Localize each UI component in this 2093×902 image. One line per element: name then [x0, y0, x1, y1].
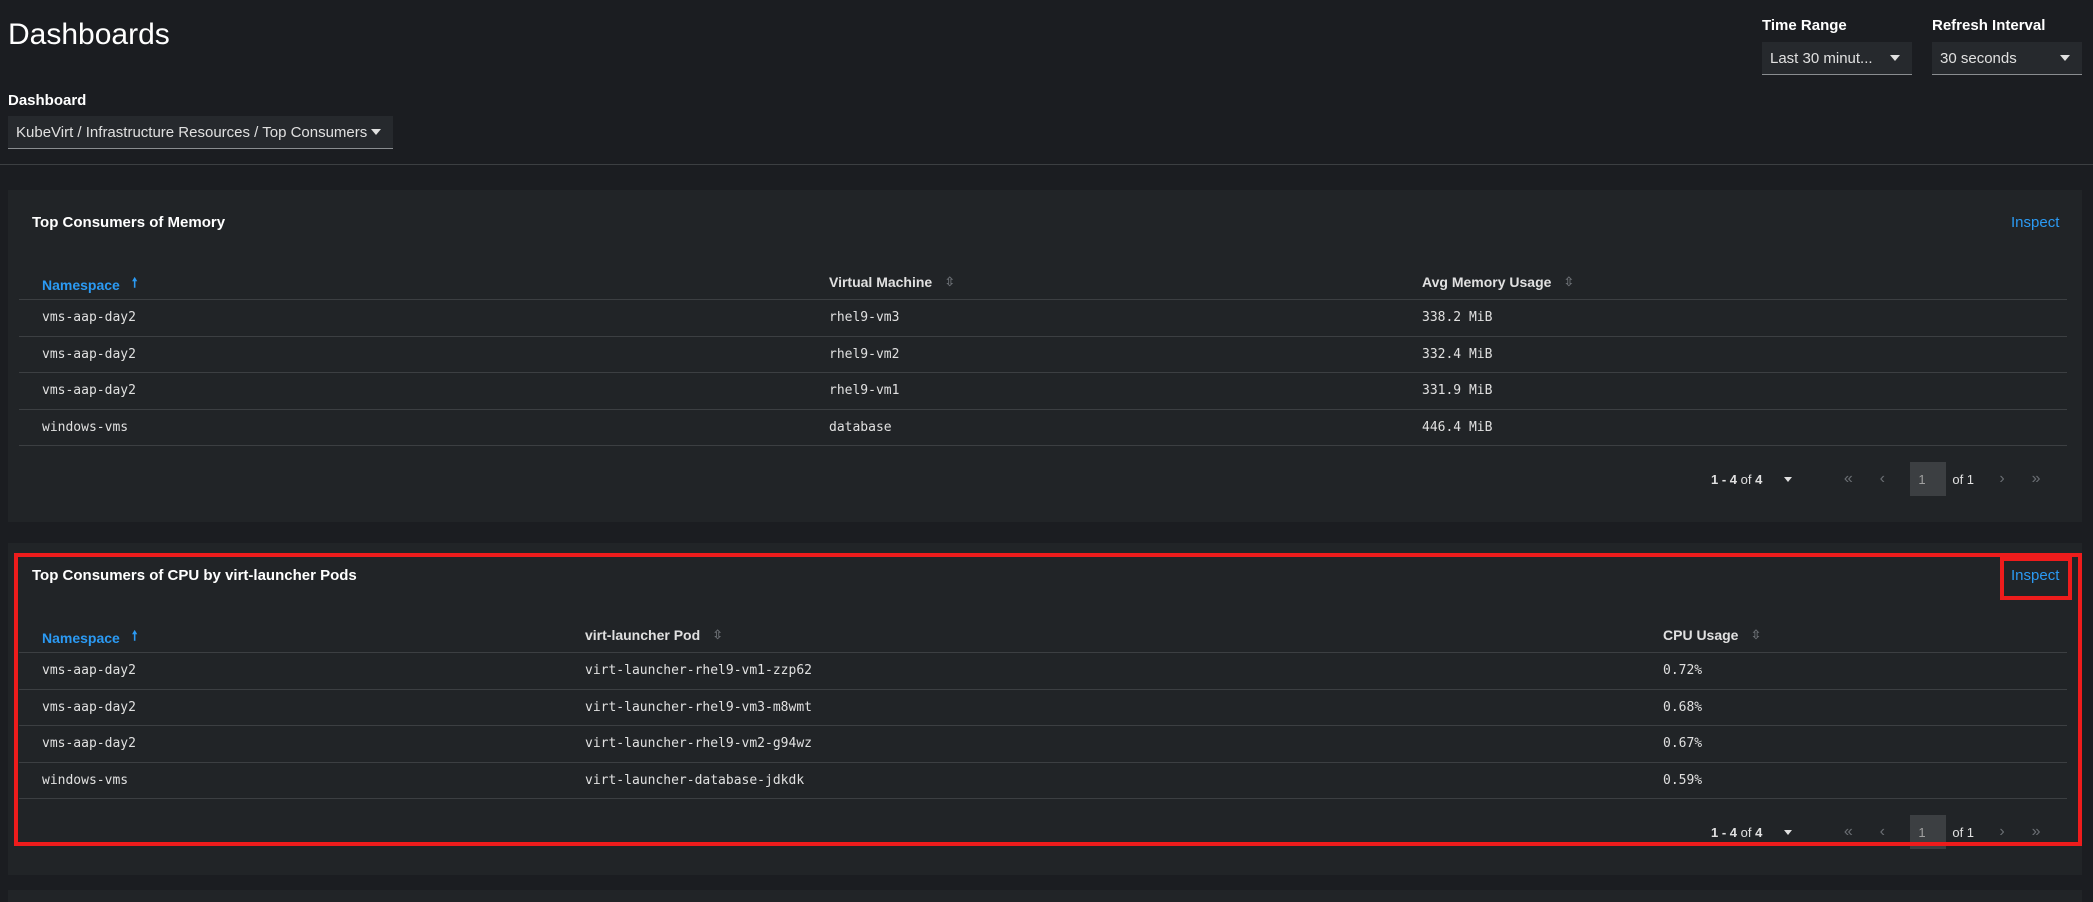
sort-icon: ⇳ — [1563, 274, 1575, 289]
memory-col-virtual-machine[interactable]: Virtual Machine ⇳ — [829, 274, 955, 290]
table-row: vms-aap-day2 rhel9-vm2 332.4 MiB — [19, 337, 2067, 373]
table-row: windows-vms database 446.4 MiB — [19, 410, 2067, 446]
dashboard-select[interactable]: KubeVirt / Infrastructure Resources / To… — [8, 116, 393, 149]
cell-cpu-usage: 0.68% — [1663, 699, 1703, 715]
cell-namespace: windows-vms — [42, 772, 129, 788]
table-row: vms-aap-day2 virt-launcher-rhel9-vm1-zzp… — [19, 653, 2067, 690]
caret-down-icon — [2060, 55, 2070, 61]
cell-cpu-usage: 0.72% — [1663, 663, 1703, 678]
cell-namespace: vms-aap-day2 — [42, 699, 136, 715]
cell-avg-memory: 331.9 MiB — [1422, 383, 1493, 398]
column-label: CPU Usage — [1663, 627, 1739, 643]
column-label: Virtual Machine — [829, 274, 933, 290]
caret-down-icon[interactable] — [1784, 476, 1793, 482]
memory-inspect-link[interactable]: Inspect — [2011, 214, 2059, 231]
range-text: 1 - 4 — [1711, 471, 1738, 487]
cell-namespace: windows-vms — [42, 419, 129, 435]
memory-table: Namespace 🠕 Virtual Machine ⇳ Avg Memory… — [19, 264, 2067, 446]
column-label: Avg Memory Usage — [1422, 274, 1552, 290]
cell-virtual-machine: database — [829, 419, 892, 435]
angle-double-right-icon[interactable]: » — [2030, 470, 2042, 488]
of-label: of — [1740, 471, 1752, 487]
dashboard-label: Dashboard — [8, 92, 87, 109]
cell-cpu-usage: 0.59% — [1663, 772, 1703, 788]
time-range-label: Time Range — [1762, 17, 1847, 34]
cell-pod: virt-launcher-database-jdkdk — [585, 772, 805, 788]
cell-virtual-machine: rhel9-vm2 — [829, 346, 900, 362]
cell-cpu-usage: 0.67% — [1663, 736, 1703, 751]
total-count: 4 — [1755, 824, 1763, 840]
refresh-interval-select[interactable]: 30 seconds — [1932, 42, 2082, 75]
page-of-total: of 1 — [1952, 471, 1975, 487]
memory-table-header: Namespace 🠕 Virtual Machine ⇳ Avg Memory… — [19, 264, 2067, 300]
memory-panel: Top Consumers of Memory Inspect Namespac… — [8, 190, 2082, 522]
memory-col-namespace[interactable]: Namespace 🠕 — [42, 274, 137, 296]
total-count: 4 — [1755, 471, 1763, 487]
angle-double-left-icon[interactable]: « — [1842, 823, 1854, 841]
pagination-range[interactable]: 1 - 4 of 4 — [1711, 825, 1762, 840]
time-range-select[interactable]: Last 30 minut... — [1762, 42, 1912, 75]
cell-avg-memory: 332.4 MiB — [1422, 346, 1493, 362]
cpu-inspect-link[interactable]: Inspect — [2011, 567, 2059, 584]
refresh-interval-value: 30 seconds — [1940, 49, 2017, 67]
cpu-col-virt-launcher-pod[interactable]: virt-launcher Pod ⇳ — [585, 627, 723, 643]
caret-down-icon — [371, 129, 381, 135]
angle-right-icon[interactable]: › — [1996, 470, 2008, 488]
angle-double-left-icon[interactable]: « — [1842, 470, 1854, 488]
sort-icon: ⇳ — [1750, 627, 1762, 642]
dashboard-header: Dashboards Time Range Last 30 minut... R… — [0, 0, 2093, 165]
table-row: vms-aap-day2 rhel9-vm1 331.9 MiB — [19, 373, 2067, 410]
cell-namespace: vms-aap-day2 — [42, 383, 136, 398]
column-label: Namespace — [42, 277, 120, 293]
angle-double-right-icon[interactable]: » — [2030, 823, 2042, 841]
range-text: 1 - 4 — [1711, 824, 1738, 840]
arrow-up-icon: 🠕 — [131, 628, 138, 643]
cpu-table-header: Namespace 🠕 virt-launcher Pod ⇳ CPU Usag… — [19, 617, 2067, 653]
caret-down-icon — [1890, 55, 1900, 61]
cpu-panel: Top Consumers of CPU by virt-launcher Po… — [8, 543, 2082, 875]
cpu-table: Namespace 🠕 virt-launcher Pod ⇳ CPU Usag… — [19, 617, 2067, 799]
page-of-total: of 1 — [1952, 824, 1975, 840]
cpu-col-namespace[interactable]: Namespace 🠕 — [42, 627, 137, 649]
cell-pod: virt-launcher-rhel9-vm3-m8wmt — [585, 699, 812, 715]
cpu-panel-title: Top Consumers of CPU by virt-launcher Po… — [32, 567, 357, 584]
next-panel-edge — [8, 890, 2082, 902]
angle-left-icon[interactable]: ‹ — [1876, 470, 1888, 488]
page-number-input[interactable]: 1 — [1910, 462, 1947, 496]
cpu-col-cpu-usage[interactable]: CPU Usage ⇳ — [1663, 627, 1761, 643]
page-number-input[interactable]: 1 — [1910, 815, 1947, 849]
cell-namespace: vms-aap-day2 — [42, 736, 136, 751]
memory-pagination: 1 - 4 of 4 « ‹ 1 of 1 › » — [1711, 462, 2042, 496]
cell-virtual-machine: rhel9-vm3 — [829, 310, 900, 325]
pagination-range[interactable]: 1 - 4 of 4 — [1711, 472, 1762, 487]
cell-avg-memory: 338.2 MiB — [1422, 310, 1493, 325]
cell-pod: virt-launcher-rhel9-vm2-g94wz — [585, 736, 812, 751]
of-label: of — [1740, 824, 1752, 840]
memory-panel-title: Top Consumers of Memory — [32, 214, 226, 231]
column-label: virt-launcher Pod — [585, 627, 701, 643]
refresh-interval-label: Refresh Interval — [1932, 17, 2046, 34]
cell-namespace: vms-aap-day2 — [42, 346, 136, 362]
cell-virtual-machine: rhel9-vm1 — [829, 383, 900, 398]
angle-right-icon[interactable]: › — [1996, 823, 2008, 841]
angle-left-icon[interactable]: ‹ — [1876, 823, 1888, 841]
cpu-pagination: 1 - 4 of 4 « ‹ 1 of 1 › » — [1711, 815, 2042, 849]
table-row: vms-aap-day2 rhel9-vm3 338.2 MiB — [19, 300, 2067, 337]
caret-down-icon[interactable] — [1784, 829, 1793, 835]
time-range-value: Last 30 minut... — [1770, 49, 1873, 67]
cell-namespace: vms-aap-day2 — [42, 310, 136, 325]
page-title: Dashboards — [8, 18, 170, 51]
table-row: vms-aap-day2 virt-launcher-rhel9-vm3-m8w… — [19, 690, 2067, 726]
cell-namespace: vms-aap-day2 — [42, 663, 136, 678]
table-row: vms-aap-day2 virt-launcher-rhel9-vm2-g94… — [19, 726, 2067, 763]
column-label: Namespace — [42, 630, 120, 646]
dashboard-value: KubeVirt / Infrastructure Resources / To… — [16, 123, 368, 141]
cell-pod: virt-launcher-rhel9-vm1-zzp62 — [585, 663, 812, 678]
table-row: windows-vms virt-launcher-database-jdkdk… — [19, 763, 2067, 799]
sort-icon: ⇳ — [712, 627, 724, 642]
cell-avg-memory: 446.4 MiB — [1422, 419, 1493, 435]
sort-icon: ⇳ — [944, 274, 956, 289]
arrow-up-icon: 🠕 — [131, 275, 138, 290]
memory-col-avg-memory[interactable]: Avg Memory Usage ⇳ — [1422, 274, 1574, 290]
